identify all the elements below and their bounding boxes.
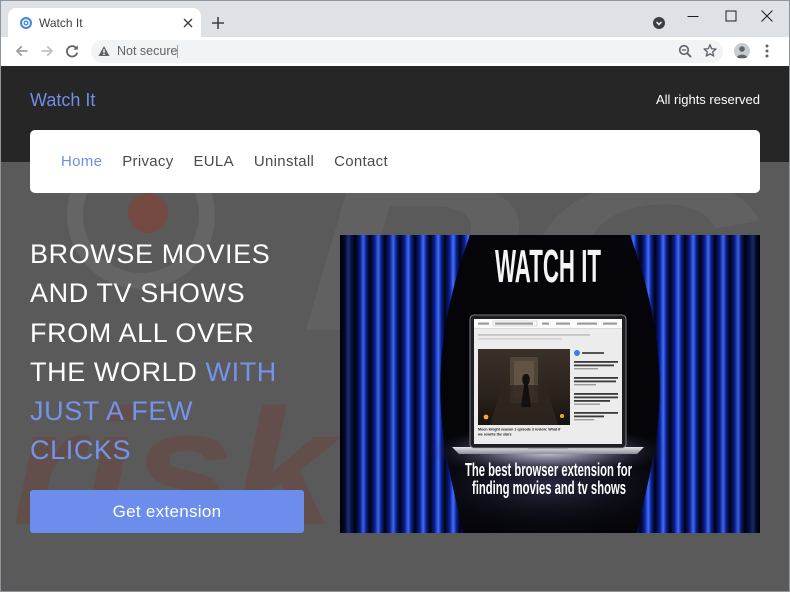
forward-arrow-icon[interactable] [39,43,55,59]
promo-caption: The best browser extension for [465,460,632,480]
nav-privacy[interactable]: Privacy [122,153,173,171]
hero-accent: WITH [205,356,277,387]
minimize-icon[interactable] [687,10,699,22]
window-close-icon[interactable] [761,10,773,22]
reload-icon[interactable] [64,43,80,59]
laptop-mockup: Moon Knight season 1 episode 3 review: W… [452,314,644,454]
address-bar[interactable]: Not secure [91,40,723,63]
promo-image: WATCH IT Moon Knight season 1 episode 3 … [340,235,760,533]
nav-uninstall[interactable]: Uninstall [254,153,314,171]
site-logo[interactable]: Watch It [30,89,95,111]
laptop-article-caption: Moon Knight season 1 episode 3 review: W… [478,428,561,432]
promo-title: WATCH IT [495,240,601,292]
favicon-icon [20,17,32,29]
browser-toolbar: Not secure [0,37,790,66]
hero-accent: CLICKS [30,435,132,466]
close-icon[interactable] [183,18,193,28]
back-arrow-icon[interactable] [14,43,30,59]
get-extension-button[interactable]: Get extension [30,490,304,533]
address-divider [177,45,178,58]
tab-title: Watch It [39,16,83,30]
nav-eula[interactable]: EULA [194,153,234,171]
nav-contact[interactable]: Contact [334,153,388,171]
rights-text: All rights reserved [655,92,760,107]
tab-strip: Watch It [0,0,790,37]
plus-icon[interactable] [211,16,225,30]
zoom-icon[interactable] [678,44,692,58]
hero-headline: BROWSE MOVIES AND TV SHOWS FROM ALL OVER… [30,235,277,471]
hero-line: BROWSE MOVIES [30,239,271,269]
active-tab[interactable]: Watch It [8,8,201,37]
menu-icon[interactable] [764,43,770,59]
main-navigation: Home Privacy EULA Uninstall Contact [30,130,760,193]
star-icon[interactable] [703,44,717,58]
hero-line: FROM ALL OVER [30,317,255,348]
promo-caption: finding movies and tv shows [472,478,626,498]
hero-line: AND TV SHOWS [30,278,246,309]
profile-icon[interactable] [734,43,750,59]
maximize-icon[interactable] [725,10,737,22]
security-status[interactable]: Not secure [117,44,177,59]
web-page: PC risk.com Watch It All rights reserved… [0,66,790,592]
hero-line: THE WORLD [30,356,198,387]
nav-home[interactable]: Home [61,153,102,171]
laptop-article-caption: we rewrite the stars [477,433,512,437]
warning-icon[interactable] [98,45,110,57]
tab-search-icon[interactable] [653,17,665,29]
hero-accent: JUST A FEW [30,396,194,427]
